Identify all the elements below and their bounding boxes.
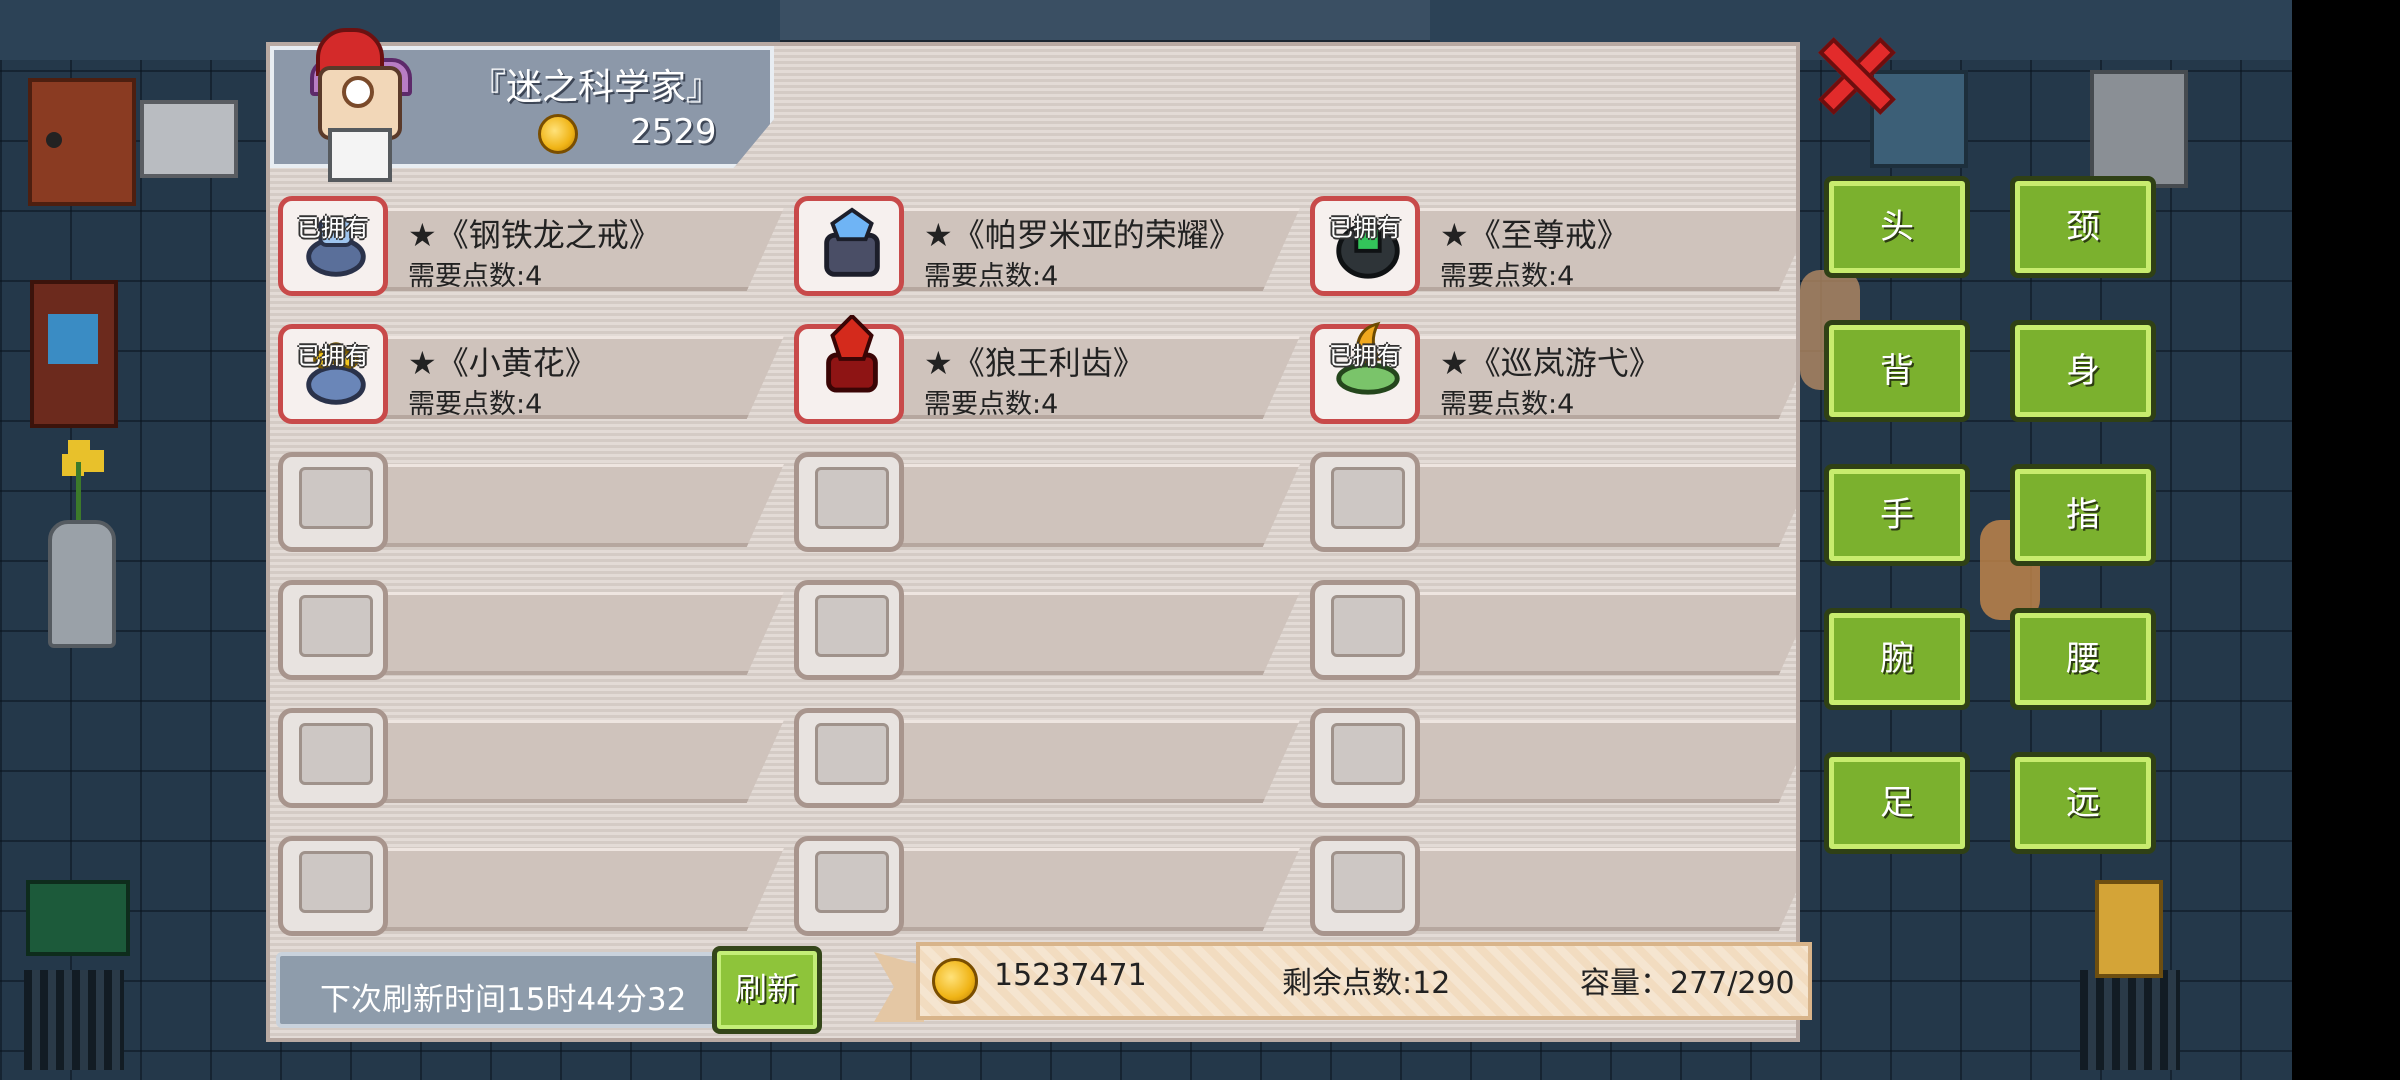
gold-coin-icon [538,114,578,154]
close-icon[interactable] [1816,36,1896,116]
item-points-required: 需要点数:4 [924,261,1059,292]
background-flower [60,440,100,520]
item-points-required: 需要点数:4 [408,261,543,292]
empty-slot[interactable] [278,580,388,680]
merchant-name: 『迷之科学家』 [470,67,723,108]
empty-slot[interactable] [1310,580,1420,680]
empty-slot[interactable] [794,580,904,680]
empty-cell[interactable] [1310,568,1796,688]
empty-cell[interactable] [278,696,784,816]
item-name: ★《小黄花》 [408,344,597,382]
empty-slot[interactable] [278,836,388,936]
category-neck-button[interactable]: 颈 [2010,176,2156,278]
item-name: ★《帕罗米亚的荣耀》 [924,216,1241,254]
item-name: ★《狼王利齿》 [924,344,1145,382]
category-hand-button[interactable]: 手 [1824,464,1970,566]
gold-coin-icon [932,958,978,1004]
background-machine [780,0,1430,44]
item-cell[interactable]: 已拥有 ★《钢铁龙之戒》 需要点数:4 [278,184,784,304]
category-back-button[interactable]: 背 [1824,320,1970,422]
palomia-glory-ring-icon [824,207,880,277]
player-gold-amount: 15237471 [994,958,1147,993]
remaining-points: 剩余点数:12 [1282,966,1451,1001]
owned-label: 已拥有 [297,214,369,242]
background-chair [30,280,118,428]
category-foot-button[interactable]: 足 [1824,752,1970,854]
merchant-avatar [288,28,428,182]
item-slot[interactable] [794,196,904,296]
game-screen: 『迷之科学家』 2529 已拥有 ★《钢铁龙之戒》 需要点数:4 ★《帕罗米亚的… [0,0,2400,1080]
empty-cell[interactable] [278,824,784,944]
background-cabinet [28,78,136,206]
empty-cell[interactable] [794,824,1300,944]
item-points-required: 需要点数:4 [408,389,543,420]
empty-cell[interactable] [794,440,1300,560]
screen-edge-bar [2292,0,2400,1080]
item-grid: 已拥有 ★《钢铁龙之戒》 需要点数:4 ★《帕罗米亚的荣耀》 需要点数:4 已拥… [278,184,1796,954]
refresh-timer-box: 下次刷新时间15时44分32 [276,952,746,1028]
wolf-king-fang-ring-icon [826,315,878,393]
item-slot[interactable] [794,315,904,424]
item-cell[interactable]: 已拥有 ★《巡岚游弋》 需要点数:4 [1310,312,1796,432]
empty-slot[interactable] [278,708,388,808]
background-vase [48,520,116,648]
item-name: ★《钢铁龙之戒》 [408,216,661,254]
item-cell[interactable]: 已拥有 ★《至尊戒》 需要点数:4 [1310,184,1796,304]
category-head-button[interactable]: 头 [1824,176,1970,278]
empty-cell[interactable] [1310,696,1796,816]
item-points-required: 需要点数:4 [924,389,1059,420]
refresh-timer-text: 下次刷新时间15时44分32 [320,982,687,1018]
item-points-required: 需要点数:4 [1440,389,1575,420]
background-vent [24,970,124,1070]
empty-slot[interactable] [1310,836,1420,936]
category-wrist-button[interactable]: 腕 [1824,608,1970,710]
background-circuit-board [26,880,130,956]
empty-slot[interactable] [1310,452,1420,552]
empty-cell[interactable] [1310,440,1796,560]
background-lock-post [2095,880,2163,978]
owned-label: 已拥有 [1329,342,1401,370]
item-cell[interactable]: 已拥有 ★《小黄花》 需要点数:4 [278,312,784,432]
item-name: ★《至尊戒》 [1440,216,1629,254]
refresh-button[interactable]: 刷新 [712,946,822,1034]
category-body-button[interactable]: 身 [2010,320,2156,422]
empty-slot[interactable] [278,452,388,552]
owned-label: 已拥有 [297,342,369,370]
category-ranged-button[interactable]: 远 [2010,752,2156,854]
empty-cell[interactable] [278,440,784,560]
empty-cell[interactable] [278,568,784,688]
ring-shop-panel: 『迷之科学家』 2529 已拥有 ★《钢铁龙之戒》 需要点数:4 ★《帕罗米亚的… [266,28,1812,1042]
empty-slot[interactable] [794,452,904,552]
item-points-required: 需要点数:4 [1440,261,1575,292]
item-name: ★《巡岚游弋》 [1440,344,1661,382]
item-cell[interactable]: ★《帕罗米亚的荣耀》 需要点数:4 [794,184,1300,304]
empty-slot[interactable] [1310,708,1420,808]
category-waist-button[interactable]: 腰 [2010,608,2156,710]
owned-label: 已拥有 [1329,214,1401,242]
merchant-gold-amount: 2529 [630,112,717,152]
capacity: 容量：277/290 [1580,966,1795,1001]
background-shelf [2090,70,2188,188]
item-cell[interactable]: ★《狼王利齿》 需要点数:4 [794,312,1300,432]
empty-cell[interactable] [1310,824,1796,944]
category-finger-button[interactable]: 指 [2010,464,2156,566]
background-vent [2080,970,2180,1070]
empty-cell[interactable] [794,568,1300,688]
empty-slot[interactable] [794,836,904,936]
empty-cell[interactable] [794,696,1300,816]
background-printer [140,100,238,178]
empty-slot[interactable] [794,708,904,808]
